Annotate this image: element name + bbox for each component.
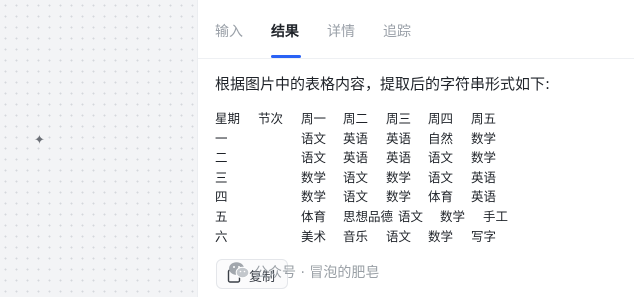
timetable-cell: 数学 xyxy=(386,189,412,205)
timetable-cell: 三 xyxy=(215,169,228,185)
wechat-icon xyxy=(229,262,250,279)
timetable-cell: 二 xyxy=(215,150,228,166)
timetable-cell: 语文 xyxy=(386,228,412,244)
timetable-cell: 节次 xyxy=(258,111,284,126)
active-tab-indicator xyxy=(271,55,301,58)
tab-input[interactable]: 输入 xyxy=(215,21,243,41)
timetable-cell: 语文 xyxy=(343,169,369,185)
result-intro-text: 根据图片中的表格内容，提取后的字符串形式如下: xyxy=(215,75,551,93)
timetable-cell: 语文 xyxy=(428,150,454,166)
timetable-cell: 数学 xyxy=(428,228,454,244)
timetable-cell: 六 xyxy=(215,228,228,244)
tab-bar: 输入 结果 详情 追踪 xyxy=(198,0,634,59)
timetable-cell: 体育 xyxy=(301,208,327,224)
timetable-cell: 英语 xyxy=(471,169,497,185)
timetable-cell: 英语 xyxy=(386,130,412,146)
cursor-glyph: ✦ xyxy=(34,133,45,148)
timetable-cell: 数学 xyxy=(301,189,327,205)
timetable-row: 三数学 语文 数学 语文 英语 xyxy=(215,167,625,187)
timetable-cell: 周一 xyxy=(301,111,327,126)
timetable-cell: 语文 xyxy=(301,150,327,166)
timetable-cell: 语文 xyxy=(301,130,327,146)
timetable-header-row: 星期 节次 周一 周二 周三 周四 周五 xyxy=(215,108,625,128)
timetable-row: 六 美术 音乐 语文 数学 写字 xyxy=(215,226,625,246)
timetable-row: 一语文 英语 英语 自然 数学 xyxy=(215,128,625,148)
timetable-cell: 星期 xyxy=(215,111,241,126)
timetable-cell: 手工 xyxy=(483,208,509,224)
timetable-cell: 数学 xyxy=(471,130,497,146)
timetable-cell: 周四 xyxy=(428,111,454,126)
timetable-text: 星期 节次 周一 周二 周三 周四 周五一语文 英语 英语 自然 数学二语文 英语 英语 语文 数学三数学语… xyxy=(215,108,625,245)
tab-details[interactable]: 详情 xyxy=(327,21,355,41)
tab-result[interactable]: 结果 xyxy=(271,21,299,41)
timetable-cell: 周三 xyxy=(386,111,412,126)
watermark-text: 公众号 · 冒泡的肥皂 xyxy=(254,265,380,281)
tab-trace[interactable]: 追踪 xyxy=(383,21,411,41)
timetable-cell: 数学 xyxy=(440,208,466,224)
timetable-cell: 周五 xyxy=(471,111,497,126)
timetable-cell: 体育 xyxy=(428,189,454,205)
timetable-cell: 语文 xyxy=(343,189,369,205)
timetable-cell: 数学 xyxy=(301,169,327,185)
timetable-cell: 写字 xyxy=(471,228,497,244)
timetable-cell: 美术 xyxy=(301,228,327,244)
result-panel: 输入 结果 详情 追踪 根据图片中的表格内容，提取后的字符串形式如下: 星期 节次… xyxy=(197,0,634,297)
timetable-cell: 思想品德 xyxy=(343,208,394,224)
timetable-cell: 英语 xyxy=(471,189,497,205)
timetable-cell: 语文 xyxy=(428,169,454,185)
timetable-cell: 数学 xyxy=(471,150,497,166)
timetable-cell: 一 xyxy=(215,130,228,146)
timetable-cell: 英语 xyxy=(343,130,369,146)
timetable-cell: 自然 xyxy=(428,130,454,146)
timetable-cell: 英语 xyxy=(386,150,412,166)
timetable-cell: 语文 xyxy=(398,208,424,224)
timetable-cell: 周二 xyxy=(343,111,369,126)
timetable-cell: 数学 xyxy=(386,169,412,185)
timetable-cell: 四 xyxy=(215,189,228,205)
timetable-row: 五 体育 思想品德 语文 数学 手工 xyxy=(215,206,625,226)
timetable-cell: 音乐 xyxy=(343,228,369,244)
timetable-row: 四数学 语文 数学 体育 英语 xyxy=(215,186,625,206)
timetable-row: 二语文 英语 英语 语文 数学 xyxy=(215,147,625,167)
timetable-cell: 英语 xyxy=(343,150,369,166)
timetable-cell: 五 xyxy=(215,208,228,224)
